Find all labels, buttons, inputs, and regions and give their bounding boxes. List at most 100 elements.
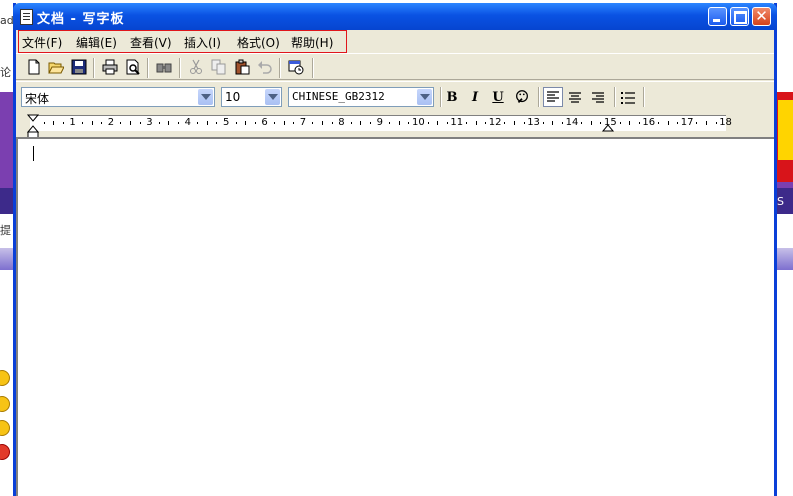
title-bar[interactable]: 文档 - 写字板 ✕ xyxy=(13,3,777,30)
open-icon[interactable] xyxy=(48,59,64,75)
toolbar-separator xyxy=(643,87,645,107)
print-icon[interactable] xyxy=(102,59,118,75)
minimize-button[interactable] xyxy=(708,7,727,26)
ruler-number: 12 xyxy=(488,117,502,128)
ruler-number: 7 xyxy=(299,117,307,128)
toolbar-separator xyxy=(614,87,616,107)
font-size-combo[interactable]: 10 xyxy=(221,87,282,107)
maximize-button[interactable] xyxy=(730,7,749,26)
underline-button[interactable]: U xyxy=(489,90,507,106)
ruler-number: 4 xyxy=(184,117,191,128)
new-icon[interactable] xyxy=(26,59,42,75)
ruler-tick xyxy=(715,122,717,124)
ruler-tick xyxy=(389,122,391,124)
ruler-tick xyxy=(581,122,583,124)
ruler-tick xyxy=(245,121,247,125)
ruler[interactable]: 1 2 3 4 5 6 7 8 9 10 11 12 13 14 15 16 17 18 xyxy=(16,111,774,139)
ruler-number: 16 xyxy=(642,117,656,128)
color-palette-icon[interactable] xyxy=(513,89,531,105)
ruler-tick xyxy=(466,122,467,124)
chevron-down-icon[interactable] xyxy=(265,89,280,105)
paste-icon[interactable] xyxy=(234,59,250,75)
ruler-number: 11 xyxy=(450,117,464,128)
ruler-tick xyxy=(446,122,448,124)
maximize-icon xyxy=(734,11,747,24)
ruler-tick xyxy=(427,122,429,124)
ruler-tick xyxy=(629,121,631,125)
ruler-number: 18 xyxy=(719,117,732,128)
ruler-number: 3 xyxy=(146,117,153,128)
bullets-button[interactable] xyxy=(619,90,637,106)
menu-view[interactable]: 查看(V) xyxy=(130,34,172,51)
undo-icon[interactable] xyxy=(257,59,273,75)
align-right-button[interactable] xyxy=(589,90,607,106)
close-button[interactable]: ✕ xyxy=(752,7,771,26)
menu-help[interactable]: 帮助(H) xyxy=(291,34,333,51)
ruler-tick xyxy=(331,122,333,124)
align-left-button[interactable] xyxy=(543,87,563,107)
font-name-value: 宋体 xyxy=(25,92,50,106)
wordpad-window: 文档 - 写字板 ✕ 文件(F) 编辑(E) 查看(V) 插入(I) 格式(O)… xyxy=(13,3,777,496)
document-editor[interactable] xyxy=(16,137,774,496)
align-left-icon xyxy=(547,91,559,102)
print-preview-icon[interactable] xyxy=(125,59,141,75)
ruler-tick xyxy=(254,122,256,124)
toolbar-separator xyxy=(279,58,281,78)
find-icon[interactable] xyxy=(156,59,172,75)
background-left-text: 论 xyxy=(0,66,11,79)
menu-file[interactable]: 文件(F) xyxy=(22,34,62,51)
ruler-tick xyxy=(696,122,698,124)
italic-button[interactable]: I xyxy=(466,90,484,106)
ruler-number: 8 xyxy=(338,117,345,128)
ruler-tick xyxy=(504,122,506,124)
background-ad-yellow xyxy=(778,100,793,160)
ruler-tick xyxy=(168,121,170,125)
ruler-tick xyxy=(53,121,55,125)
right-indent-marker[interactable] xyxy=(602,123,614,133)
ruler-number: 5 xyxy=(223,117,230,128)
font-name-combo[interactable]: 宋体 xyxy=(21,87,215,107)
script-value: CHINESE_GB2312 xyxy=(292,90,385,103)
toolbar-separator xyxy=(538,87,540,107)
ruler-tick xyxy=(590,121,592,125)
window-title: 文档 - 写字板 xyxy=(37,12,125,27)
ruler-tick xyxy=(370,122,371,124)
ruler-tick xyxy=(158,122,160,124)
menu-format[interactable]: 格式(O) xyxy=(237,34,280,51)
align-center-button[interactable] xyxy=(566,90,584,106)
menu-edit[interactable]: 编辑(E) xyxy=(76,34,117,51)
ruler-tick xyxy=(43,122,45,124)
close-icon: ✕ xyxy=(755,7,768,25)
ruler-tick xyxy=(523,122,525,124)
save-icon[interactable] xyxy=(71,59,87,75)
ruler-number: 9 xyxy=(376,117,383,128)
ruler-tick xyxy=(312,122,314,124)
chevron-down-icon[interactable] xyxy=(417,89,432,105)
ruler-tick xyxy=(552,121,554,125)
cut-icon[interactable] xyxy=(188,59,204,75)
ruler-tick xyxy=(120,122,122,124)
align-right-icon xyxy=(592,92,604,103)
ruler-tick xyxy=(350,122,352,124)
ruler-number: 13 xyxy=(527,117,540,128)
bold-button[interactable]: B xyxy=(443,90,461,106)
toolbar-separator xyxy=(312,58,314,78)
ruler-number: 6 xyxy=(261,117,268,128)
chevron-down-icon[interactable] xyxy=(198,89,213,105)
font-size-value: 10 xyxy=(225,90,241,104)
ruler-number: 17 xyxy=(680,117,694,128)
ruler-tick xyxy=(283,121,285,125)
script-combo[interactable]: CHINESE_GB2312 xyxy=(288,87,434,107)
ruler-tick xyxy=(542,122,544,124)
ruler-tick xyxy=(408,122,410,124)
ruler-tick xyxy=(216,122,218,124)
date-time-icon[interactable] xyxy=(288,59,304,75)
toolbar-separator xyxy=(179,58,181,78)
menu-bar: 文件(F) 编辑(E) 查看(V) 插入(I) 格式(O) 帮助(H) xyxy=(16,30,774,53)
align-center-icon xyxy=(569,92,581,103)
ruler-tick xyxy=(62,122,64,124)
copy-icon[interactable] xyxy=(211,59,227,75)
document-icon[interactable] xyxy=(20,9,33,25)
ruler-number: 1 xyxy=(69,117,76,128)
menu-insert[interactable]: 插入(I) xyxy=(184,34,221,51)
